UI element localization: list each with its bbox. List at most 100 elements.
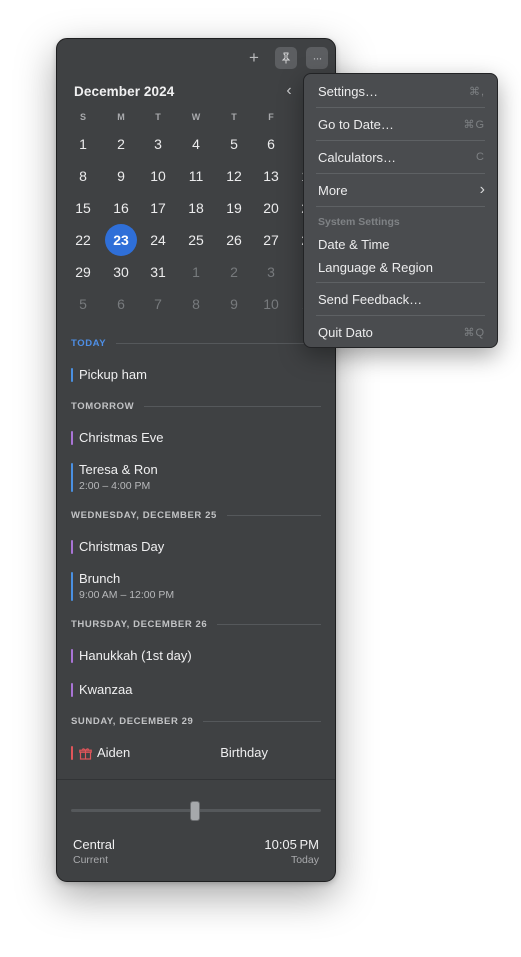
- calendar-day[interactable]: 9: [105, 160, 137, 192]
- event-color-bar: [71, 463, 73, 492]
- event-color-bar: [71, 431, 73, 445]
- calendar-day[interactable]: 12: [218, 160, 250, 192]
- event-time: 9:00 AM – 12:00 PM: [79, 589, 175, 601]
- weekday-label: S: [79, 112, 86, 122]
- menu-group-label: System Settings: [318, 216, 400, 228]
- menu-item-label: Date & Time: [318, 236, 390, 252]
- menu-item-send-feedback[interactable]: Send Feedback…: [318, 289, 485, 309]
- calendar-day[interactable]: 17: [142, 192, 174, 224]
- birthday-person-name: Aiden: [97, 745, 131, 760]
- divider: [57, 779, 335, 780]
- menu-item-settings[interactable]: Settings… ⌘,: [318, 81, 485, 101]
- calendar-day[interactable]: 9: [218, 288, 250, 320]
- calendar-day[interactable]: 8: [180, 288, 212, 320]
- pin-icon: [281, 52, 291, 64]
- calendar-day[interactable]: 1: [67, 128, 99, 160]
- menu-separator: [316, 282, 485, 283]
- calendar-day[interactable]: 29: [67, 256, 99, 288]
- calendar-day[interactable]: 4: [180, 128, 212, 160]
- calendar-day[interactable]: 3: [142, 128, 174, 160]
- calendar-day[interactable]: 2: [218, 256, 250, 288]
- event-title: Brunch: [79, 571, 121, 586]
- calendar-day[interactable]: 30: [105, 256, 137, 288]
- agenda-header-today: TODAY: [71, 336, 321, 350]
- calendar-day[interactable]: 16: [105, 192, 137, 224]
- chevron-right-icon: ›: [479, 181, 485, 198]
- add-event-button[interactable]: +: [243, 47, 265, 69]
- calendar-day[interactable]: 18: [180, 192, 212, 224]
- weekday-label: T: [155, 112, 161, 122]
- gift-icon: [79, 747, 92, 760]
- calendar-day[interactable]: 10: [142, 160, 174, 192]
- calendar-day[interactable]: 26: [218, 224, 250, 256]
- event-item[interactable]: Teresa & Ron 2:00 – 4:00 PM: [71, 462, 321, 493]
- event-color-bar: [71, 540, 73, 554]
- menu-separator: [316, 315, 485, 316]
- calendar-day[interactable]: 24: [142, 224, 174, 256]
- calendar-day[interactable]: 23: [105, 224, 137, 256]
- calendar-day[interactable]: 15: [67, 192, 99, 224]
- menu-item-label: Go to Date…: [318, 116, 394, 132]
- menu-item-label: Calculators…: [318, 149, 397, 165]
- agenda-header-wednesday: WEDNESDAY, DECEMBER 25: [71, 508, 321, 522]
- calendar-day[interactable]: 10: [255, 288, 287, 320]
- menu-item-more[interactable]: More ›: [318, 180, 485, 200]
- agenda-header-tomorrow: TOMORROW: [71, 399, 321, 413]
- event-time: 2:00 – 4:00 PM: [79, 480, 151, 492]
- chevron-left-icon: ‹: [286, 82, 292, 99]
- menu-separator: [316, 173, 485, 174]
- time-slider-thumb[interactable]: [190, 801, 200, 821]
- menu-item-date-time[interactable]: Date & Time: [318, 234, 485, 254]
- dato-calendar-panel: + ··· December 2024 ‹ S M T W T F S 1234…: [56, 38, 336, 882]
- event-item[interactable]: Hanukkah (1st day): [71, 648, 321, 664]
- menu-separator: [316, 107, 485, 108]
- previous-month-button[interactable]: ‹: [281, 82, 297, 100]
- event-title: Teresa & Ron: [79, 462, 158, 477]
- calendar-day[interactable]: 7: [142, 288, 174, 320]
- calendar-day[interactable]: 5: [67, 288, 99, 320]
- pin-button[interactable]: [275, 47, 297, 69]
- event-title: Kwanzaa: [79, 682, 133, 697]
- calendar-day[interactable]: 5: [218, 128, 250, 160]
- menu-separator: [316, 140, 485, 141]
- menu-item-calculators[interactable]: Calculators… C: [318, 147, 485, 167]
- calendar-day[interactable]: 20: [255, 192, 287, 224]
- calendar-day[interactable]: 22: [67, 224, 99, 256]
- menu-item-language-region[interactable]: Language & Region: [318, 257, 485, 277]
- calendar-day[interactable]: 2: [105, 128, 137, 160]
- calendar-day[interactable]: 3: [255, 256, 287, 288]
- menu-shortcut: ⌘Q: [463, 326, 485, 339]
- calendar-day[interactable]: 25: [180, 224, 212, 256]
- event-color-bar: [71, 649, 73, 663]
- menu-item-go-to-date[interactable]: Go to Date… ⌘G: [318, 114, 485, 134]
- menu-item-label: Language & Region: [318, 259, 433, 275]
- calendar-day[interactable]: 6: [105, 288, 137, 320]
- calendar-day[interactable]: 11: [180, 160, 212, 192]
- event-item[interactable]: Kwanzaa: [71, 682, 321, 698]
- menu-item-quit[interactable]: Quit Dato ⌘Q: [318, 322, 485, 342]
- timezone-name: Central: [73, 837, 115, 852]
- event-color-bar: [71, 572, 73, 601]
- menu-shortcut: ⌘G: [463, 118, 485, 131]
- event-title: Birthday: [220, 745, 268, 760]
- calendar-day[interactable]: 6: [255, 128, 287, 160]
- menu-item-label: More: [318, 182, 348, 198]
- more-options-button[interactable]: ···: [306, 47, 328, 69]
- event-item[interactable]: Pickup ham: [71, 367, 321, 383]
- timezone-label: Current: [73, 854, 109, 866]
- event-item[interactable]: Christmas Eve: [71, 430, 321, 446]
- event-item[interactable]: Brunch 9:00 AM – 12:00 PM: [71, 571, 321, 602]
- event-color-bar: [71, 683, 73, 697]
- calendar-day[interactable]: 31: [142, 256, 174, 288]
- event-item-birthday[interactable]: Aiden Birthday: [71, 745, 321, 761]
- menu-item-label: Settings…: [318, 83, 378, 99]
- menu-shortcut: ⌘,: [468, 85, 485, 98]
- calendar-day[interactable]: 27: [255, 224, 287, 256]
- event-title: Pickup ham: [79, 367, 147, 382]
- calendar-day[interactable]: 13: [255, 160, 287, 192]
- calendar-day[interactable]: 8: [67, 160, 99, 192]
- event-item[interactable]: Christmas Day: [71, 539, 321, 555]
- calendar-day[interactable]: 19: [218, 192, 250, 224]
- calendar-day[interactable]: 1: [180, 256, 212, 288]
- event-color-bar: [71, 746, 73, 760]
